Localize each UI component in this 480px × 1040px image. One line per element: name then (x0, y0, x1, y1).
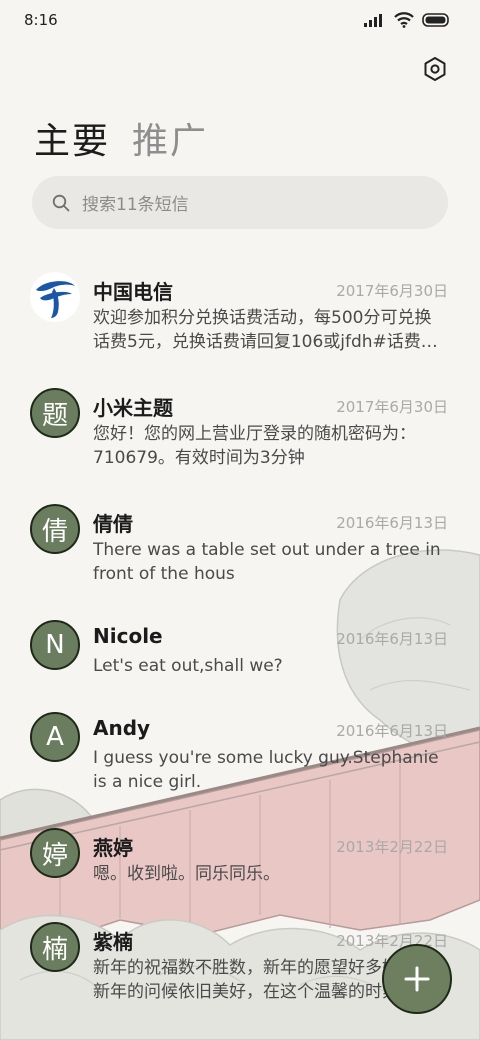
settings-button[interactable] (420, 54, 450, 84)
avatar (30, 272, 80, 322)
signal-icon (364, 14, 382, 27)
message-date: 2013年2月22日 (336, 838, 448, 856)
message-preview: 您好！您的网上营业厅登录的随机密码为：710679。有效时间为3分钟 (93, 424, 416, 468)
category-tabs: 主要 推广 (34, 112, 208, 164)
message-preview: 欢迎参加积分兑换话费活动，每500分可兑换话费5元，兑换话费请回复106或jfd… (93, 308, 438, 352)
message-preview: 嗯。收到啦。同乐同乐。 (93, 864, 280, 884)
avatar: A (30, 712, 80, 762)
wifi-icon (394, 12, 414, 28)
avatar: 倩 (30, 504, 80, 554)
tab-main[interactable]: 主要 (34, 112, 110, 164)
contact-name: 小米主题 (93, 396, 173, 420)
contact-name: 中国电信 (93, 280, 173, 304)
contact-name: 紫楠 (93, 930, 133, 954)
message-date: 2016年6月13日 (336, 514, 448, 532)
status-bar: 8:16 (0, 0, 480, 42)
hexagon-settings-icon (424, 57, 446, 81)
search-input[interactable]: 搜索11条短信 (32, 176, 448, 229)
search-placeholder: 搜索11条短信 (82, 195, 189, 215)
message-preview: There was a table set out under a tree i… (93, 540, 441, 584)
avatar: 楠 (30, 922, 80, 972)
tab-promotions[interactable]: 推广 (132, 112, 208, 164)
status-icons (364, 12, 450, 28)
contact-name: Andy (93, 716, 151, 740)
message-date: 2017年6月30日 (336, 282, 448, 300)
message-date: 2016年6月13日 (336, 722, 448, 740)
message-date: 2017年6月30日 (336, 398, 448, 416)
message-preview: I guess you're some lucky guy.Stephanie … (93, 748, 439, 792)
plus-icon (404, 966, 430, 992)
message-date: 2016年6月13日 (336, 630, 448, 648)
avatar: N (30, 620, 80, 670)
avatar: 题 (30, 388, 80, 438)
contact-name: 倩倩 (93, 512, 133, 536)
contact-name: 燕婷 (93, 836, 133, 860)
search-icon (52, 194, 70, 211)
avatar: 婷 (30, 828, 80, 878)
china-telecom-logo-icon (30, 272, 80, 322)
contact-name: Nicole (93, 624, 163, 648)
battery-icon (422, 13, 449, 27)
status-time: 8:16 (24, 11, 58, 29)
compose-button[interactable] (382, 944, 452, 1014)
message-preview: Let's eat out,shall we? (93, 656, 283, 676)
